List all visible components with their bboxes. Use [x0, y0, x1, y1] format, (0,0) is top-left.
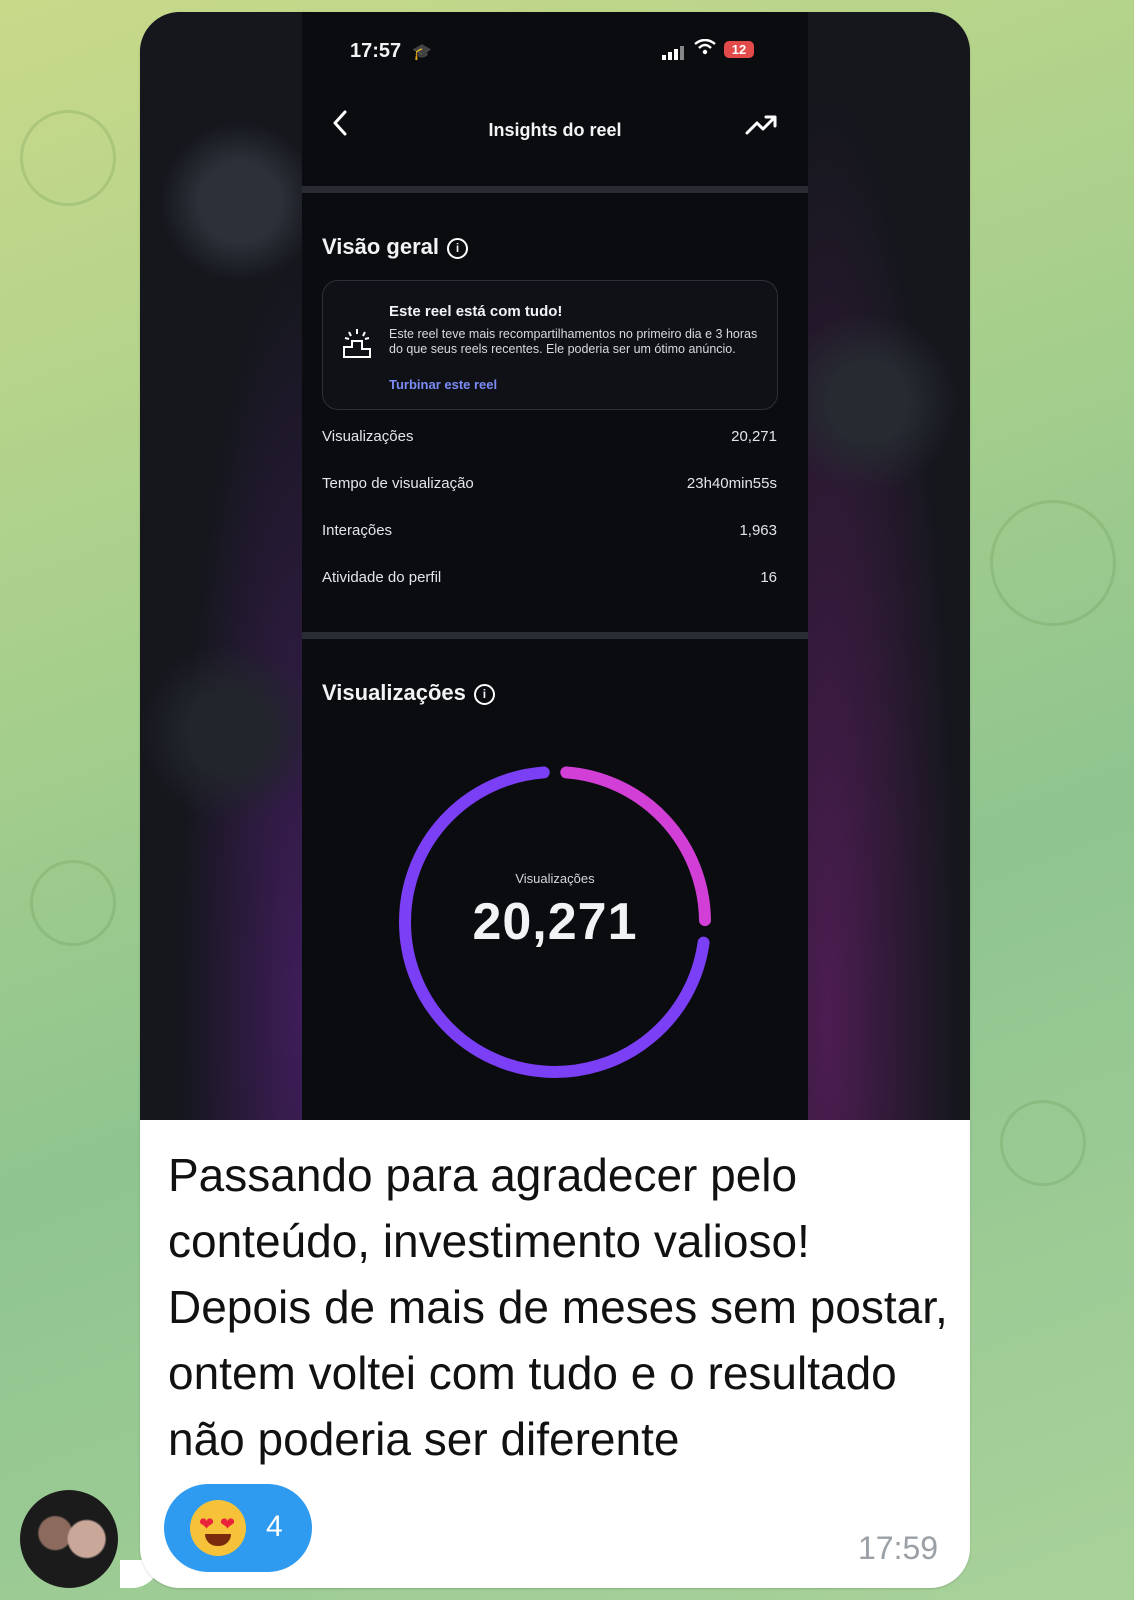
trending-up-icon[interactable]	[744, 112, 778, 143]
donut-value: 20,271	[472, 893, 638, 951]
section-divider	[302, 632, 808, 639]
metric-label: Atividade do perfil	[322, 569, 442, 586]
section-divider	[302, 186, 808, 193]
background-doodle	[1000, 1100, 1086, 1186]
reaction-chip[interactable]: ❤ ❤ 4	[164, 1484, 312, 1572]
highlight-card: Este reel está com tudo! Este reel teve …	[322, 280, 778, 410]
reaction-count: 4	[266, 1510, 283, 1543]
views-title-text: Visualizações	[322, 680, 466, 705]
card-body: Este reel teve mais recompartilhamentos …	[389, 327, 758, 356]
metric-row: Atividade do perfil 16	[322, 569, 777, 593]
boost-reel-link[interactable]: Turbinar este reel	[389, 377, 497, 392]
wifi-icon	[694, 38, 716, 61]
signal-icon	[662, 46, 684, 60]
podium-icon	[341, 327, 373, 364]
metric-value: 16	[760, 569, 777, 586]
screenshot-image[interactable]: 17:57 🎓 12 Insights do reel Visão geral …	[140, 12, 970, 1120]
blur-right	[808, 12, 970, 1120]
metric-row: Visualizações 20,271	[322, 428, 777, 452]
metric-label: Interações	[322, 522, 393, 539]
background-doodle	[20, 110, 116, 206]
metric-value: 1,963	[739, 522, 777, 539]
info-icon[interactable]: i	[473, 684, 495, 705]
message-bubble[interactable]: 17:57 🎓 12 Insights do reel Visão geral …	[140, 12, 970, 1588]
metric-label: Tempo de visualização	[322, 475, 474, 492]
metric-value: 23h40min55s	[686, 475, 777, 492]
graduation-cap-icon: 🎓	[412, 44, 432, 61]
background-doodle	[30, 860, 116, 946]
nav-bar: Insights do reel	[302, 102, 808, 152]
page-title: Insights do reel	[488, 120, 622, 140]
avatar[interactable]	[20, 1490, 118, 1588]
info-icon[interactable]: i	[447, 238, 468, 259]
metric-value: 20,271	[731, 428, 777, 445]
overview-title-text: Visão geral	[322, 234, 439, 259]
metric-row: Tempo de visualização 23h40min55s	[322, 475, 777, 499]
status-time: 17:57	[350, 40, 402, 62]
metric-row: Interações 1,963	[322, 522, 777, 546]
background-doodle	[990, 500, 1116, 626]
metric-label: Visualizações	[322, 428, 414, 445]
battery-icon: 12	[724, 41, 754, 58]
card-title: Este reel está com tudo!	[389, 303, 563, 320]
status-bar: 17:57 🎓 12	[302, 12, 808, 82]
blur-left	[140, 12, 302, 1120]
insights-screen: 17:57 🎓 12 Insights do reel Visão geral …	[302, 12, 808, 1120]
views-title: Visualizações i	[322, 680, 495, 706]
donut-label: Visualizações	[515, 871, 595, 886]
overview-title: Visão geral i	[322, 234, 468, 260]
message-timestamp: 17:59	[858, 1530, 939, 1566]
message-text: Passando para agradecer pelo conteúdo, i…	[168, 1149, 948, 1465]
heart-eyes-emoji-icon: ❤ ❤	[190, 1500, 246, 1556]
